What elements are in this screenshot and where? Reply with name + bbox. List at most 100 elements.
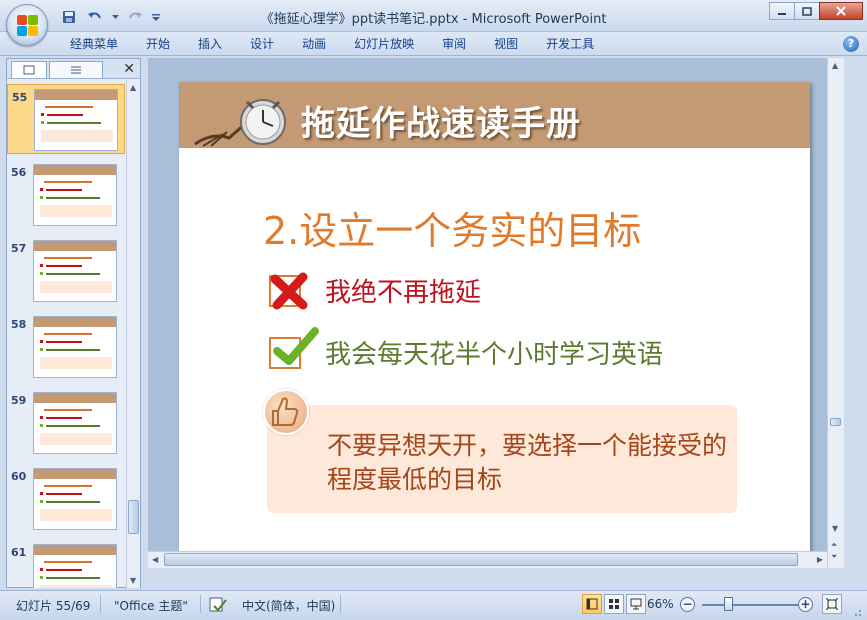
window-title: 《拖延心理学》ppt读书笔记.pptx - Microsoft PowerPoi…	[260, 12, 607, 27]
slide-thumbnail[interactable]	[33, 240, 117, 302]
slide-thumbnail-row[interactable]: 55	[7, 84, 125, 154]
tab-outline[interactable]	[49, 61, 103, 78]
tab-classic-menu[interactable]: 经典菜单	[56, 36, 132, 52]
editor-vertical-scrollbar[interactable]: ▲ ▼ ⏶ ⏷	[827, 58, 844, 568]
slide-sorter-icon	[609, 599, 619, 609]
bad-goal-checkbox	[269, 272, 308, 309]
tab-review[interactable]: 审阅	[428, 36, 480, 52]
resize-grip-icon[interactable]	[850, 605, 862, 617]
slideshow-button[interactable]	[626, 594, 646, 614]
close-button[interactable]	[819, 2, 863, 20]
slide-number: 55	[12, 91, 28, 104]
slide-thumbnail[interactable]	[33, 392, 117, 454]
good-goal-item: 我会每天花半个小时学习英语	[269, 326, 664, 371]
window-controls	[769, 2, 863, 20]
zoom-slider-knob[interactable]	[724, 597, 733, 611]
scroll-left-icon[interactable]: ◀	[152, 555, 158, 564]
spell-check-icon[interactable]	[208, 596, 228, 614]
normal-view-icon	[586, 598, 598, 610]
title-bar: 《拖延心理学》ppt读书笔记.pptx - Microsoft PowerPoi…	[0, 0, 867, 32]
slides-icon	[23, 65, 35, 75]
maximize-button[interactable]	[794, 2, 820, 20]
tip-box: 不要异想天开，要选择一个能接受的程度最低的目标	[267, 405, 737, 513]
zoom-level[interactable]: 66%	[647, 597, 674, 611]
close-icon	[836, 6, 846, 16]
tab-home[interactable]: 开始	[132, 36, 184, 52]
slide-sorter-button[interactable]	[604, 594, 624, 614]
minimize-icon	[778, 13, 786, 15]
tab-slideshow[interactable]: 幻灯片放映	[340, 36, 428, 52]
thumbs-up-icon	[263, 389, 309, 435]
zoom-in-button[interactable]: +	[798, 597, 813, 612]
slide-number: 57	[11, 242, 27, 255]
slide-thumbnail-row[interactable]: 59	[7, 388, 125, 458]
minimize-button[interactable]	[769, 2, 795, 20]
bad-goal-text: 我绝不再拖延	[325, 278, 482, 308]
scroll-down-icon[interactable]: ▼	[832, 524, 838, 533]
slide-thumbnail-row[interactable]: 58	[7, 312, 125, 382]
status-bar: 幻灯片 55/69 "Office 主题" 中文(简体，中国) 66% − +	[0, 590, 867, 620]
tip-text: 不要异想天开，要选择一个能接受的程度最低的目标	[327, 431, 728, 494]
restore-icon	[802, 7, 812, 16]
tab-slides[interactable]	[11, 61, 47, 78]
tab-view[interactable]: 视图	[480, 36, 532, 52]
tab-design[interactable]: 设计	[236, 36, 288, 52]
fit-to-window-button[interactable]	[822, 594, 842, 614]
bad-goal-item: 我绝不再拖延	[269, 272, 481, 309]
close-panel-icon[interactable]: ✕	[123, 61, 135, 77]
ribbon-tab-bar: 经典菜单 开始 插入 设计 动画 幻灯片放映 审阅 视图 开发工具 ?	[0, 32, 867, 56]
previous-slide-icon[interactable]: ⏶	[831, 540, 837, 550]
slide-thumbnail[interactable]	[33, 316, 117, 378]
slide-editor[interactable]: 拖延作战速读手册 2.设立一个务实的目标 我绝不再拖延 我会每天花半个小时学习英…	[148, 58, 844, 568]
scroll-right-icon[interactable]: ▶	[817, 555, 823, 564]
tab-developer[interactable]: 开发工具	[532, 36, 608, 52]
thumbnail-scrollbar[interactable]: ▲ ▼	[126, 80, 140, 588]
slide-canvas[interactable]: 拖延作战速读手册 2.设立一个务实的目标 我绝不再拖延 我会每天花半个小时学习英…	[179, 82, 810, 556]
slide-thumbnail[interactable]	[33, 544, 117, 588]
theme-name[interactable]: "Office 主题"	[114, 597, 188, 614]
slideshow-icon	[630, 598, 642, 610]
slide-header-band: 拖延作战速读手册	[179, 82, 810, 148]
slide-thumbnail-row[interactable]: 56	[7, 160, 125, 230]
office-button[interactable]	[6, 4, 48, 46]
slide-thumbnail[interactable]	[33, 468, 117, 530]
normal-view-button[interactable]	[582, 594, 602, 614]
panel-tabs: ✕	[7, 59, 140, 79]
scroll-up-icon[interactable]: ▲	[832, 61, 838, 70]
slide-number: 60	[11, 470, 27, 483]
slide-thumbnail-row[interactable]: 57	[7, 236, 125, 306]
checkmark-icon	[273, 326, 319, 365]
next-slide-icon[interactable]: ⏷	[831, 552, 837, 562]
scroll-thumb[interactable]	[830, 418, 841, 426]
good-goal-checkbox	[269, 326, 319, 369]
slide-number: 58	[11, 318, 27, 331]
slide-number: 56	[11, 166, 27, 179]
help-icon[interactable]: ?	[843, 36, 859, 52]
tab-animations[interactable]: 动画	[288, 36, 340, 52]
language-indicator[interactable]: 中文(简体，中国)	[242, 597, 335, 614]
thumbnail-list: 55 56 57 58 59 60 61	[7, 80, 125, 588]
scroll-thumb[interactable]	[128, 500, 139, 534]
scroll-up-icon[interactable]: ▲	[130, 83, 136, 92]
office-logo-icon	[17, 15, 39, 37]
slide-counter: 幻灯片 55/69	[16, 599, 91, 613]
scroll-down-icon[interactable]: ▼	[130, 576, 136, 585]
slide-title: 拖延作战速读手册	[301, 104, 581, 144]
slide-thumbnail[interactable]	[34, 89, 118, 151]
slide-number: 59	[11, 394, 27, 407]
tab-insert[interactable]: 插入	[184, 36, 236, 52]
outline-icon	[71, 66, 81, 74]
slide-thumbnail-row[interactable]: 60	[7, 464, 125, 534]
clock-figure-icon	[194, 99, 286, 147]
slides-panel: ✕ 55 56 57 58 59 60 61 ▲ ▼	[6, 58, 141, 588]
scroll-thumb[interactable]	[164, 553, 798, 566]
slide-number: 61	[11, 546, 27, 559]
good-goal-text: 我会每天花半个小时学习英语	[325, 340, 664, 370]
zoom-out-button[interactable]: −	[680, 597, 695, 612]
cross-icon	[270, 272, 308, 309]
editor-horizontal-scrollbar[interactable]: ◀ ▶	[148, 551, 827, 568]
slide-thumbnail[interactable]	[33, 164, 117, 226]
zoom-slider[interactable]	[702, 604, 798, 606]
slide-heading: 2.设立一个务实的目标	[263, 209, 642, 253]
slide-thumbnail-row[interactable]: 61	[7, 540, 125, 588]
